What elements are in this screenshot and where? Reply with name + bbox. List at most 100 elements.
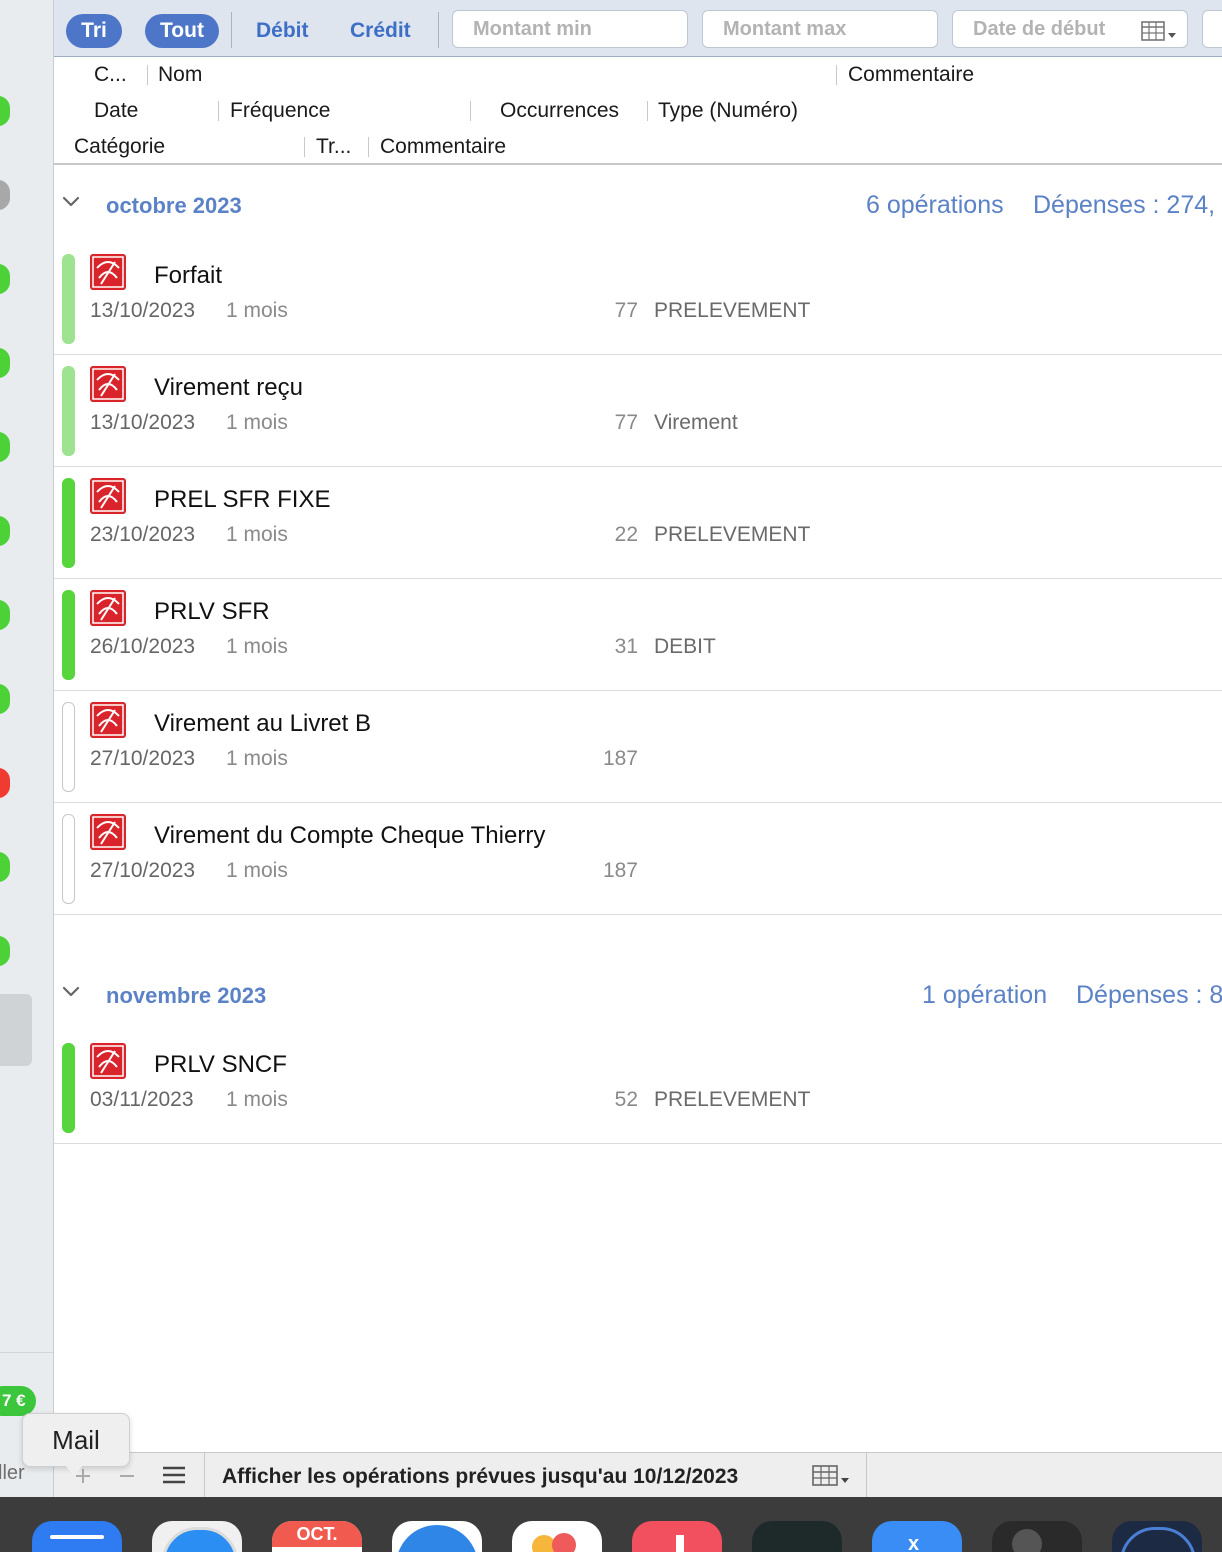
terminal-app-icon[interactable]: [752, 1521, 842, 1552]
table-row[interactable]: Forfait 13/10/2023 1 mois 77 PRELEVEMENT: [54, 242, 1222, 355]
script-app-icon[interactable]: [992, 1521, 1082, 1552]
status-bar: [62, 366, 75, 456]
table-row[interactable]: Virement reçu 13/10/2023 1 mois 77 Virem…: [54, 354, 1222, 467]
column-type-numero[interactable]: Type (Numéro): [658, 99, 798, 123]
operation-name: PRLV SNCF: [154, 1051, 287, 1078]
chevron-down-icon[interactable]: [62, 985, 80, 999]
operation-name: PRLV SFR: [154, 598, 270, 625]
column-frequence[interactable]: Fréquence: [230, 99, 330, 123]
column-commentaire-bottom[interactable]: Commentaire: [380, 135, 506, 159]
forecast-range-label[interactable]: Afficher les opérations prévues jusqu'au…: [222, 1465, 738, 1489]
column-tr[interactable]: Tr...: [316, 135, 351, 159]
column-occurrences[interactable]: Occurrences: [500, 99, 619, 123]
status-bar: [62, 590, 75, 680]
calendar-grid-icon[interactable]: [812, 1465, 850, 1487]
column-separator: [147, 65, 148, 85]
column-date[interactable]: Date: [94, 99, 138, 123]
bank-logo-icon: [90, 254, 126, 290]
account-status-dot: [0, 936, 10, 966]
account-status-dot: [0, 516, 10, 546]
calendar-grid-icon[interactable]: [1141, 21, 1177, 41]
music-app-icon[interactable]: [632, 1521, 722, 1552]
table-row[interactable]: PRLV SFR 26/10/2023 1 mois 31 DEBIT: [54, 578, 1222, 691]
column-nom[interactable]: Nom: [158, 63, 202, 87]
dock-tooltip: Mail: [22, 1413, 130, 1467]
chevron-down-icon[interactable]: [62, 195, 80, 209]
photos-app-icon[interactable]: [512, 1521, 602, 1552]
bank-logo-icon: [90, 702, 126, 738]
hamburger-icon[interactable]: [162, 1465, 186, 1485]
mail-app-icon[interactable]: [32, 1521, 122, 1552]
month-operation-count: 1 opération: [922, 981, 1048, 1009]
sidebar-selected-item[interactable]: [0, 994, 32, 1066]
operation-frequency: 1 mois: [226, 299, 288, 322]
operation-date: 26/10/2023: [90, 635, 196, 658]
column-header: C... Nom Commentaire Date Fréquence Occu…: [54, 57, 1222, 165]
month-expenses: Dépenses : 8: [1076, 981, 1222, 1009]
calendar-app-icon[interactable]: OCT.: [272, 1521, 362, 1552]
compass-app-icon[interactable]: [1112, 1521, 1202, 1552]
toolbar-separator: [438, 12, 439, 48]
column-commentaire-top[interactable]: Commentaire: [848, 63, 974, 87]
operation-name: Virement au Livret B: [154, 710, 371, 737]
month-title: novembre 2023: [106, 983, 267, 1008]
sidebar-bottom-label[interactable]: ller: [0, 1462, 25, 1485]
start-date-input[interactable]: Date de début: [952, 10, 1188, 48]
column-separator: [304, 137, 305, 157]
account-status-dot: [0, 852, 10, 882]
tooltip-arrow: [64, 1464, 84, 1476]
month-expenses: Dépenses : 274,: [1033, 191, 1216, 219]
operation-frequency: 1 mois: [226, 1088, 288, 1111]
minus-icon[interactable]: [118, 1467, 136, 1485]
operation-frequency: 1 mois: [226, 523, 288, 546]
bank-app-icon[interactable]: [392, 1521, 482, 1552]
operation-frequency: 1 mois: [226, 635, 288, 658]
column-separator: [647, 101, 648, 121]
account-status-dot: [0, 684, 10, 714]
operation-name: Virement reçu: [154, 374, 303, 401]
status-bar: [62, 254, 75, 344]
sort-button[interactable]: Tri: [66, 14, 122, 48]
operation-occurrences: 187: [602, 859, 638, 882]
amount-max-input[interactable]: Montant max: [702, 10, 938, 48]
column-c[interactable]: C...: [94, 63, 127, 87]
operation-occurrences: 77: [614, 411, 638, 434]
amount-min-input[interactable]: Montant min: [452, 10, 688, 48]
xcode-app-icon[interactable]: x: [872, 1521, 962, 1552]
column-categorie[interactable]: Catégorie: [74, 135, 165, 159]
status-bar: [62, 1043, 75, 1133]
operation-type: PRELEVEMENT: [654, 299, 811, 322]
table-row[interactable]: Virement du Compte Cheque Thierry 27/10/…: [54, 802, 1222, 915]
operation-frequency: 1 mois: [226, 411, 288, 434]
operation-frequency: 1 mois: [226, 747, 288, 770]
operation-type: PRELEVEMENT: [654, 1088, 811, 1111]
account-status-dot: [0, 768, 10, 798]
month-group-header[interactable]: novembre 2023 1 opération Dépenses : 8: [54, 977, 1222, 1017]
more-filter-input[interactable]: [1202, 10, 1222, 48]
operation-date: 27/10/2023: [90, 859, 196, 882]
operation-date: 27/10/2023: [90, 747, 196, 770]
bank-logo-icon: [90, 1043, 126, 1079]
filter-all-button[interactable]: Tout: [145, 14, 219, 48]
operation-occurrences: 31: [614, 635, 638, 658]
table-row[interactable]: PREL SFR FIXE 23/10/2023 1 mois 22 PRELE…: [54, 466, 1222, 579]
account-status-dot: [0, 348, 10, 378]
safari-app-icon[interactable]: [152, 1521, 242, 1552]
operation-date: 03/11/2023: [90, 1088, 194, 1111]
start-date-placeholder: Date de début: [973, 18, 1106, 40]
status-bar: [62, 478, 75, 568]
bottom-separator: [204, 1453, 205, 1498]
account-status-dot: [0, 432, 10, 462]
filter-credit-button[interactable]: Crédit: [350, 14, 411, 48]
bottom-bar: Afficher les opérations prévues jusqu'au…: [54, 1452, 1222, 1498]
table-row[interactable]: PRLV SNCF 03/11/2023 1 mois 52 PRELEVEME…: [54, 1031, 1222, 1144]
month-operation-count: 6 opérations: [866, 191, 1004, 219]
operation-name: Virement du Compte Cheque Thierry: [154, 822, 546, 849]
month-group-header[interactable]: octobre 2023 6 opérations Dépenses : 274…: [54, 187, 1222, 227]
bank-logo-icon: [90, 814, 126, 850]
status-bar: [62, 814, 75, 904]
filter-debit-button[interactable]: Débit: [256, 14, 309, 48]
toolbar-separator: [231, 12, 232, 48]
table-row[interactable]: Virement au Livret B 27/10/2023 1 mois 1…: [54, 690, 1222, 803]
operation-name: Forfait: [154, 262, 223, 289]
